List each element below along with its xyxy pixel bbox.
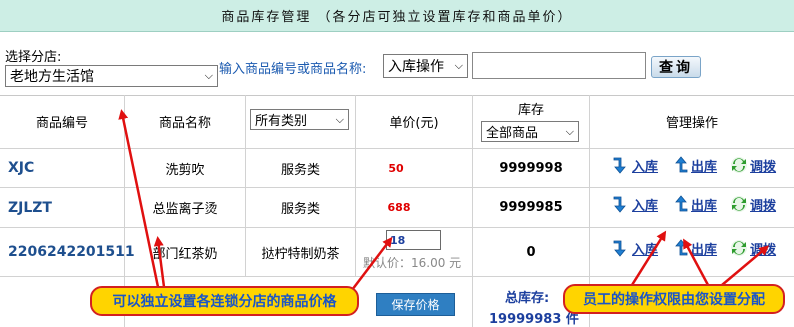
save-price-button[interactable]: 保存价格 — [376, 293, 455, 316]
table-row-stock: 9999985 — [499, 200, 563, 215]
operation-select-value: 入库操作 — [388, 59, 444, 75]
category-filter-value: 所有类别 — [255, 114, 308, 129]
stock-in-icon — [613, 157, 626, 174]
table-row-code: ZJLZT — [8, 199, 52, 216]
default-price: 默认价：16.00 元 — [363, 256, 462, 270]
table-row-price[interactable]: 688 — [356, 188, 442, 227]
stock-filter-value: 全部商品 — [486, 126, 539, 141]
table-row-price[interactable]: 50 — [356, 149, 436, 187]
table-row-category: 挞柠特制奶茶 — [261, 246, 340, 262]
table-row-code: XJC — [8, 160, 35, 176]
transfer-link[interactable]: 调拨 — [729, 155, 776, 175]
transfer-icon — [731, 157, 748, 173]
stock-in-icon — [613, 240, 626, 257]
table-row-category: 服务类 — [280, 202, 320, 217]
search-input[interactable] — [472, 52, 646, 79]
table-row-name: 总监离子烫 — [152, 202, 218, 217]
callout-right: 员工的操作权限由您设置分配 — [563, 284, 785, 314]
chevron-down-icon: ⌵ — [204, 69, 213, 82]
filter-bar: 选择分店: 老地方生活馆 ⌵ 输入商品编号或商品名称: 入库操作 ⌵ 查询 — [0, 32, 794, 96]
transfer-icon — [731, 196, 748, 212]
stock-out-link[interactable]: 出库 — [670, 194, 717, 214]
stock-in-link[interactable]: 入库 — [611, 155, 658, 175]
total-stock-label: 总库存: — [505, 291, 550, 306]
chevron-down-icon: ⌵ — [454, 59, 463, 72]
price-input[interactable]: 18 — [386, 230, 441, 250]
stock-out-icon — [675, 239, 688, 256]
stock-filter-select[interactable]: 全部商品 ⌵ — [481, 121, 579, 142]
table-row-stock: 0 — [526, 244, 536, 260]
transfer-link[interactable]: 调拨 — [729, 194, 776, 214]
transfer-link[interactable]: 调拨 — [729, 238, 776, 258]
stock-out-link[interactable]: 出库 — [670, 238, 717, 258]
stock-in-icon — [613, 196, 626, 213]
row-actions: 入库 出库 调拨 — [611, 238, 788, 258]
shop-select[interactable]: 老地方生活馆 ⌵ — [5, 65, 218, 87]
row-actions: 入库 出库 调拨 — [611, 194, 788, 214]
table-row-category: 服务类 — [280, 162, 320, 178]
row-actions: 入库 出库 调拨 — [611, 155, 788, 175]
total-stock-value: 19999983 件 — [489, 312, 579, 327]
table-row-name: 部门红茶奶 — [152, 246, 218, 262]
shop-select-value: 老地方生活馆 — [10, 69, 94, 85]
chevron-down-icon: ⌵ — [565, 124, 574, 138]
operation-select[interactable]: 入库操作 ⌵ — [383, 54, 468, 78]
page-title-bar: 商品库存管理 （各分店可独立设置库存和商品单价） — [0, 0, 794, 32]
table-row-code: 2206242201511 — [8, 244, 135, 260]
column-header-manage: 管理操作 — [665, 116, 718, 131]
column-header-code: 商品编号 — [35, 116, 88, 131]
stock-in-link[interactable]: 入库 — [611, 194, 658, 214]
column-header-stock: 库存 — [517, 102, 544, 118]
stock-out-icon — [675, 195, 688, 212]
chevron-down-icon: ⌵ — [335, 112, 344, 126]
stock-out-icon — [675, 156, 688, 173]
category-filter-select[interactable]: 所有类别 ⌵ — [250, 109, 349, 130]
table-row-name: 洗剪吹 — [165, 162, 205, 178]
page-title: 商品库存管理 （各分店可独立设置库存和商品单价） — [221, 10, 573, 25]
column-header-name: 商品名称 — [158, 116, 211, 131]
search-label: 输入商品编号或商品名称: — [219, 62, 367, 77]
column-header-price: 单价(元) — [389, 116, 439, 131]
callout-left: 可以独立设置各连锁分店的商品价格 — [90, 286, 359, 316]
stock-in-link[interactable]: 入库 — [611, 238, 658, 258]
query-button[interactable]: 查询 — [651, 56, 701, 78]
stock-out-link[interactable]: 出库 — [670, 155, 717, 175]
table-row-stock: 9999998 — [499, 160, 563, 176]
shop-select-label: 选择分店: — [5, 50, 62, 65]
transfer-icon — [731, 240, 748, 256]
